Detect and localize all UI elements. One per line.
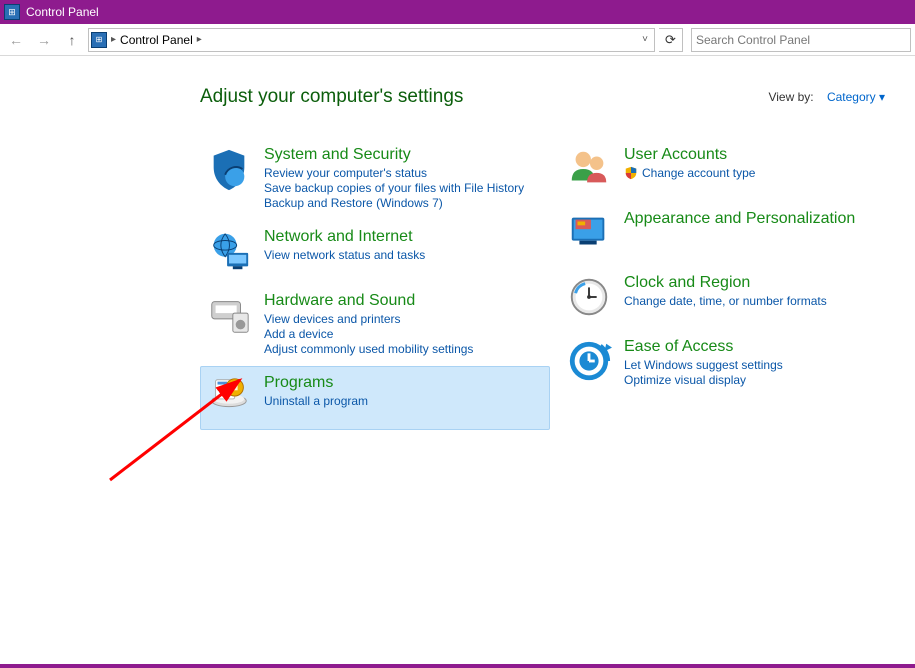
content-header: Adjust your computer's settings View by:… (200, 86, 885, 108)
category-link[interactable]: Review your computer's status (264, 166, 544, 180)
category-link[interactable]: Optimize visual display (624, 373, 904, 387)
category-ease-of-access: Ease of Access Let Windows suggest settin… (560, 330, 910, 397)
appearance-icon (566, 210, 612, 256)
category-link[interactable]: Save backup copies of your files with Fi… (264, 181, 544, 195)
address-dropdown-icon[interactable]: ˅ (638, 34, 652, 45)
view-by-control: View by: Category ▾ (768, 90, 885, 104)
content-area: Adjust your computer's settings View by:… (0, 56, 915, 440)
view-by-dropdown[interactable]: Category ▾ (827, 90, 885, 104)
category-appearance: Appearance and Personalization (560, 202, 910, 266)
category-title-programs[interactable]: Programs (264, 374, 544, 392)
system-security-icon (206, 146, 252, 192)
category-user-accounts: User Accounts Change account type (560, 138, 910, 202)
programs-icon (206, 374, 252, 420)
category-title-user-accounts[interactable]: User Accounts (624, 146, 904, 164)
category-title-ease-of-access[interactable]: Ease of Access (624, 338, 904, 356)
hardware-sound-icon (206, 292, 252, 338)
up-button[interactable]: ↑ (60, 28, 84, 52)
window-title: Control Panel (26, 5, 99, 19)
category-link[interactable]: Backup and Restore (Windows 7) (264, 196, 544, 210)
category-hardware-sound: Hardware and Sound View devices and print… (200, 284, 550, 366)
category-title-system-security[interactable]: System and Security (264, 146, 544, 164)
address-bar[interactable]: ⊞ ▸ Control Panel ▸ ˅ (88, 28, 655, 52)
category-clock-region: Clock and Region Change date, time, or nu… (560, 266, 910, 330)
ease-of-access-icon (566, 338, 612, 384)
category-title-clock-region[interactable]: Clock and Region (624, 274, 904, 292)
search-box[interactable] (691, 28, 911, 52)
clock-region-icon (566, 274, 612, 320)
address-bar-icon: ⊞ (91, 32, 107, 48)
category-link[interactable]: View network status and tasks (264, 248, 544, 262)
category-title-network-internet[interactable]: Network and Internet (264, 228, 544, 246)
user-accounts-icon (566, 146, 612, 192)
category-title-hardware-sound[interactable]: Hardware and Sound (264, 292, 544, 310)
page-title: Adjust your computer's settings (200, 86, 463, 108)
category-programs: Programs Uninstall a program (200, 366, 550, 430)
search-input[interactable] (696, 33, 906, 47)
category-link-label: Change account type (642, 166, 755, 180)
control-panel-icon: ⊞ (4, 4, 20, 20)
window-titlebar: ⊞ Control Panel (0, 0, 915, 24)
network-internet-icon (206, 228, 252, 274)
view-by-label: View by: (768, 90, 813, 104)
category-title-appearance[interactable]: Appearance and Personalization (624, 210, 904, 228)
chevron-right-icon[interactable]: ▸ (111, 34, 116, 45)
forward-button[interactable]: → (32, 28, 56, 52)
category-system-security: System and Security Review your computer'… (200, 138, 550, 220)
chevron-right-icon[interactable]: ▸ (197, 34, 202, 45)
category-link[interactable]: Change date, time, or number formats (624, 294, 904, 308)
refresh-button[interactable]: ⟳ (659, 28, 683, 52)
back-button[interactable]: ← (4, 28, 28, 52)
uac-shield-icon (624, 166, 638, 180)
category-link[interactable]: Change account type (624, 166, 904, 180)
category-link[interactable]: Let Windows suggest settings (624, 358, 904, 372)
category-network-internet: Network and Internet View network status … (200, 220, 550, 284)
category-link[interactable]: Adjust commonly used mobility settings (264, 342, 544, 356)
category-link[interactable]: Add a device (264, 327, 544, 341)
navigation-bar: ← → ↑ ⊞ ▸ Control Panel ▸ ˅ ⟳ (0, 24, 915, 56)
category-link[interactable]: View devices and printers (264, 312, 544, 326)
category-link[interactable]: Uninstall a program (264, 394, 544, 408)
breadcrumb-segment[interactable]: Control Panel (120, 33, 193, 47)
